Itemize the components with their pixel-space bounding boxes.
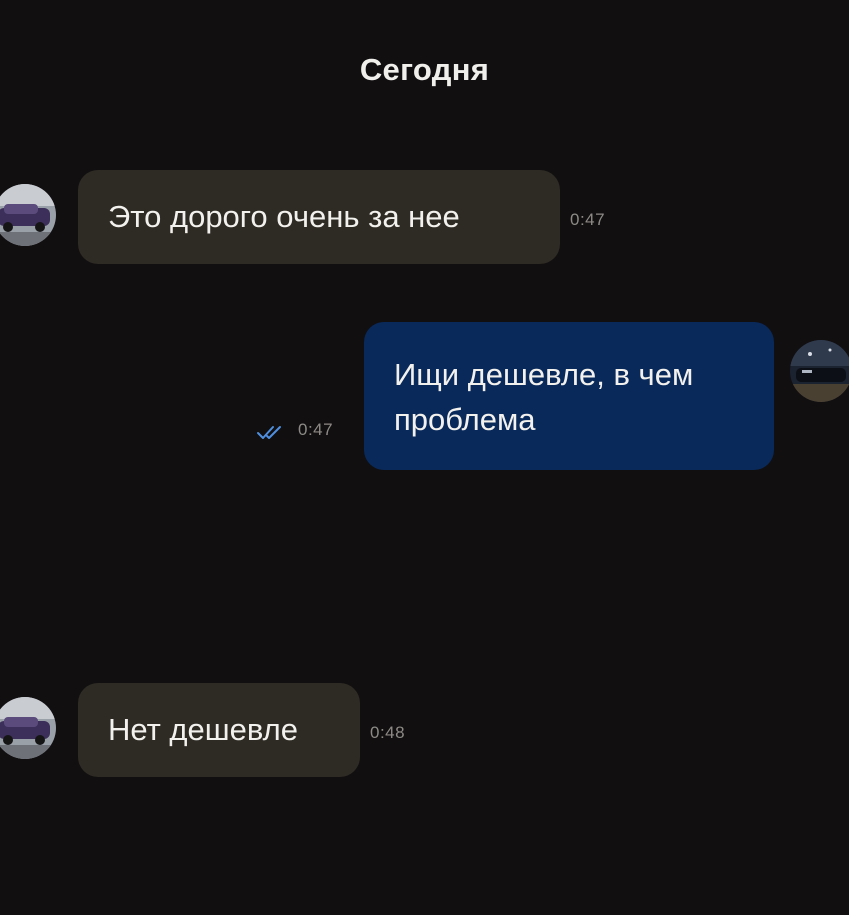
- message-time: 0:47: [570, 210, 606, 229]
- message-text: Это дорого очень за нее: [108, 199, 460, 234]
- message-text: Нет дешевле: [108, 712, 298, 747]
- message-time: 0:47: [298, 420, 334, 439]
- message-time: 0:48: [370, 723, 406, 742]
- contact-avatar[interactable]: [0, 697, 56, 759]
- date-header: Сегодня: [359, 52, 490, 87]
- own-avatar[interactable]: [790, 340, 849, 402]
- message-bubble-incoming[interactable]: Это дорого очень за нее: [78, 170, 560, 264]
- contact-avatar[interactable]: [0, 184, 56, 246]
- message-text: Ищи дешевле, в чем проблема: [394, 357, 694, 437]
- message-bubble-outgoing[interactable]: Ищи дешевле, в чем проблема: [364, 322, 774, 470]
- double-check-icon: [257, 426, 281, 439]
- message-bubble-incoming[interactable]: Нет дешевле: [78, 683, 360, 777]
